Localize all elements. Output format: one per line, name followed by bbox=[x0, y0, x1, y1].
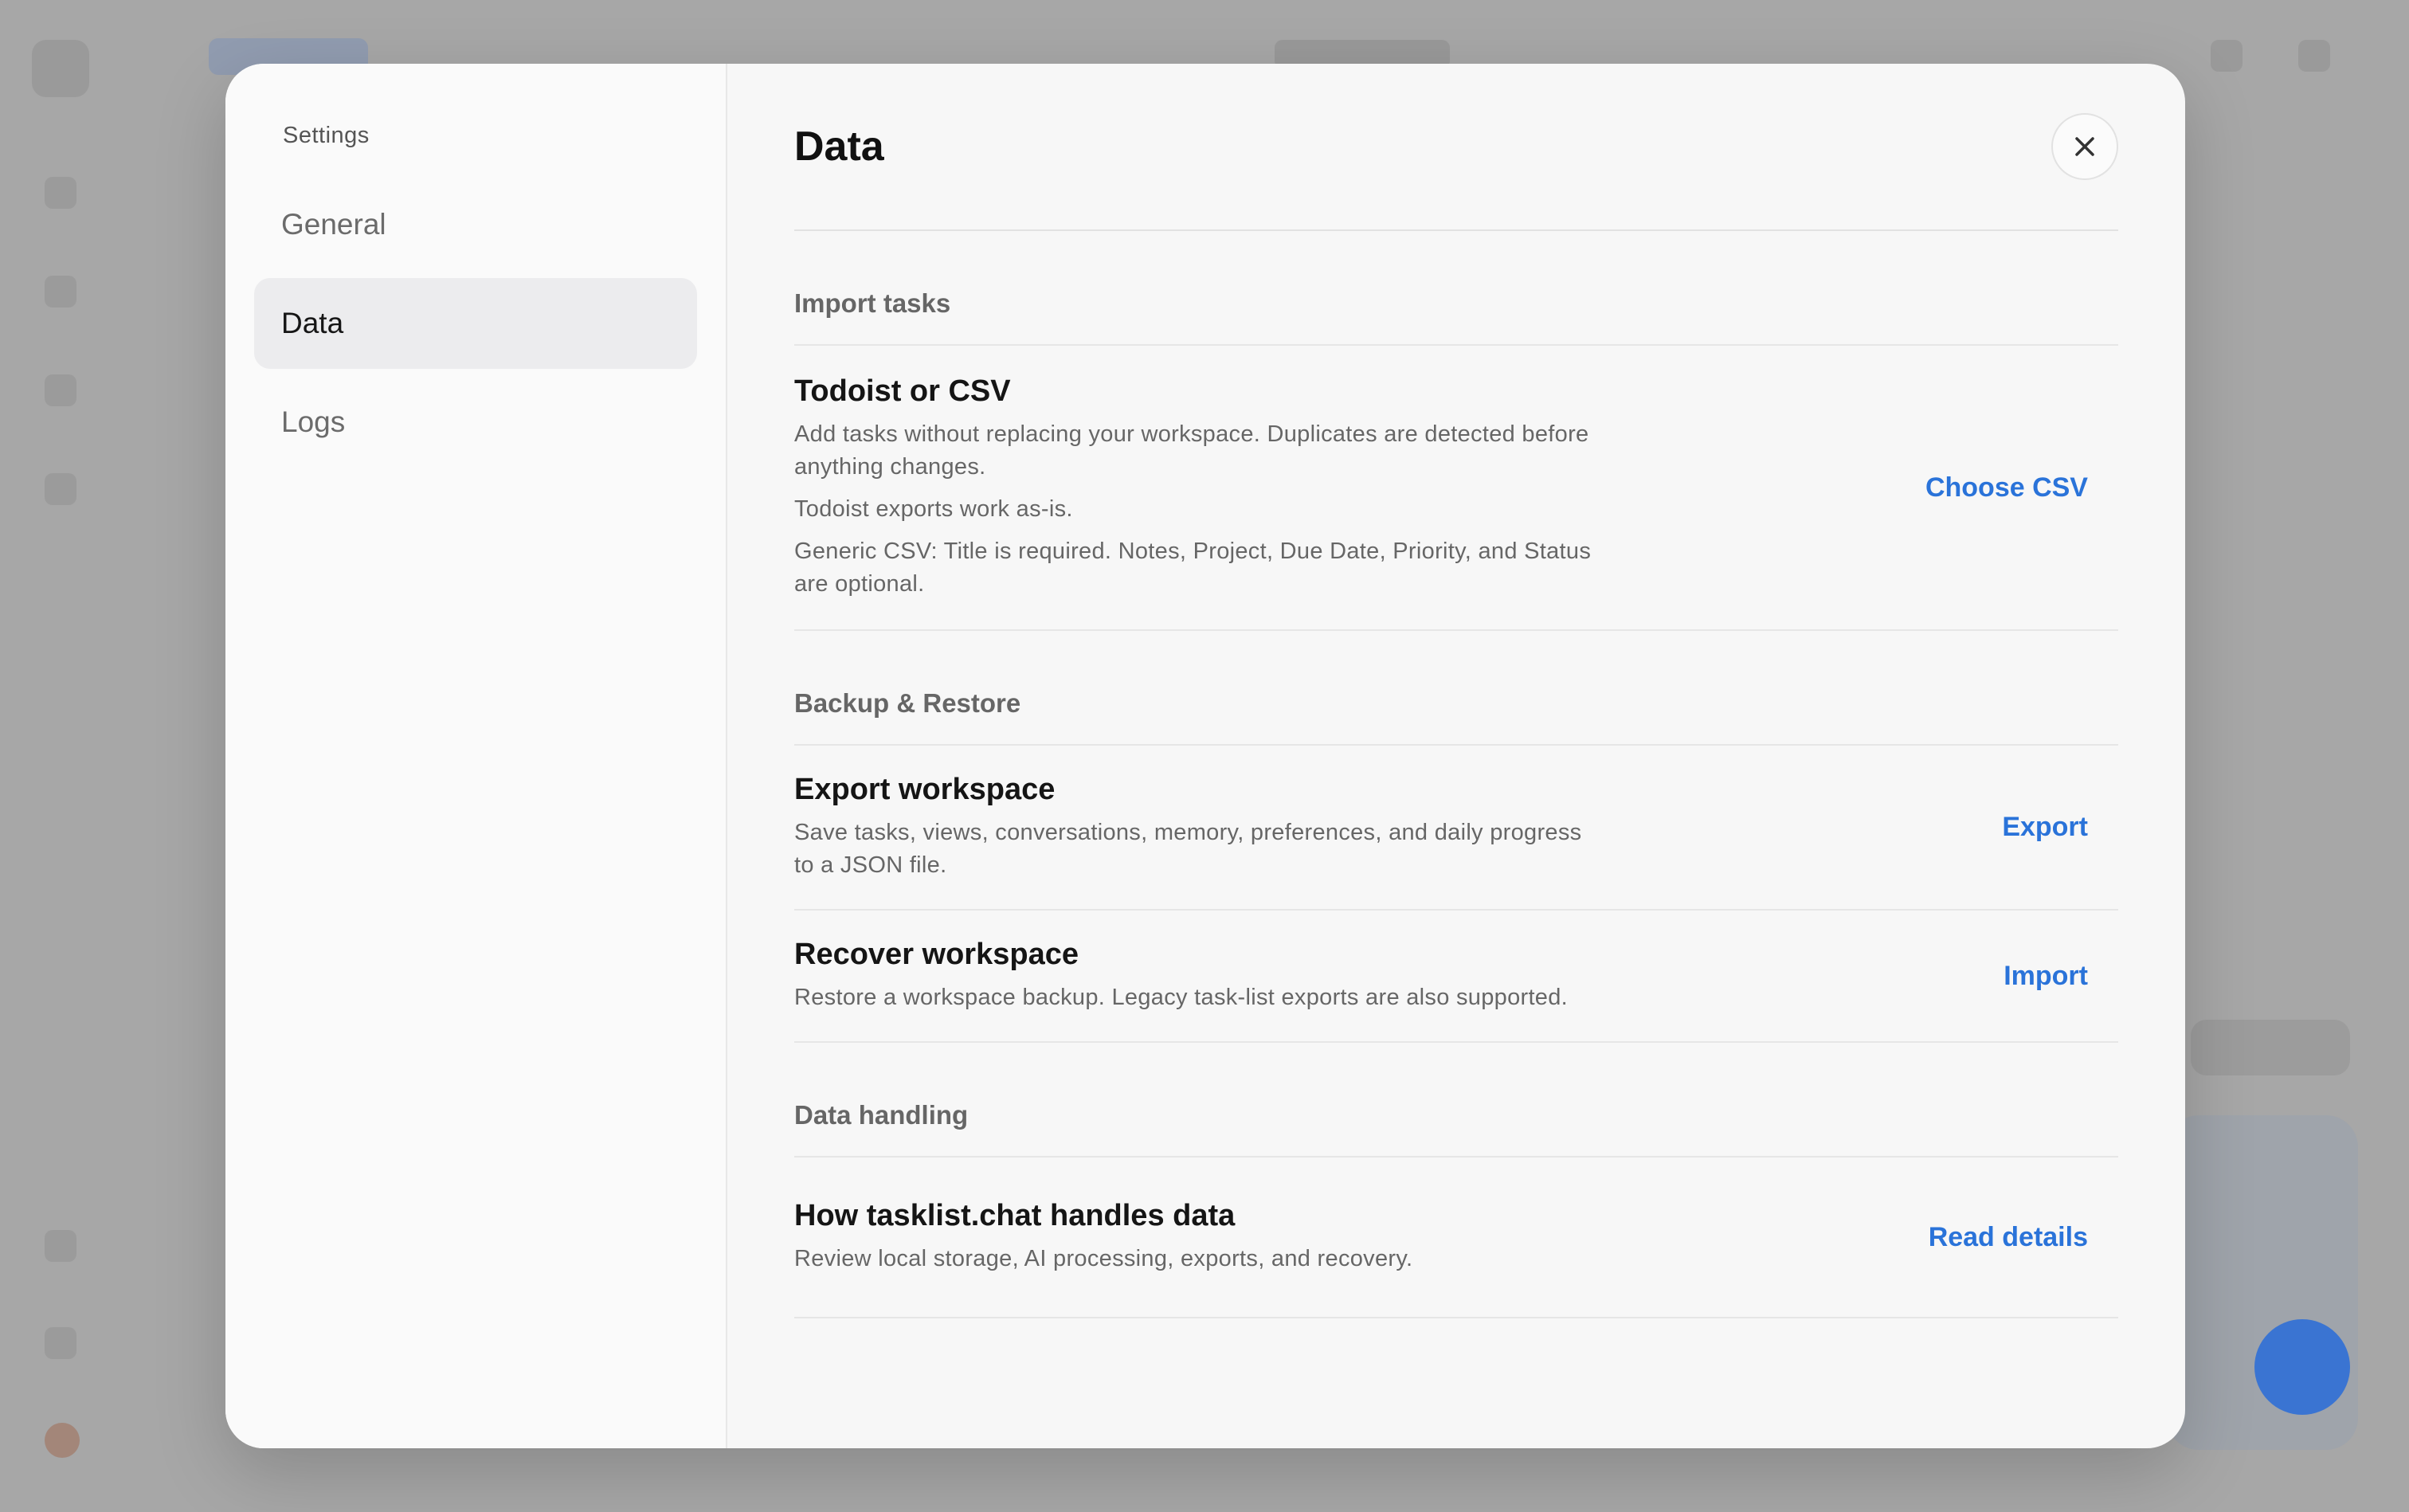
import-button[interactable]: Import bbox=[2004, 961, 2118, 992]
rail-icon bbox=[45, 1327, 76, 1359]
settings-row-recover-workspace: Recover workspace Restore a workspace ba… bbox=[794, 911, 2118, 1043]
sidebar-item-label: Data bbox=[281, 307, 344, 339]
sidebar-item-logs[interactable]: Logs bbox=[254, 377, 697, 468]
row-text: Export workspace Save tasks, views, conv… bbox=[794, 773, 1607, 882]
sidebar-item-data[interactable]: Data bbox=[254, 278, 697, 369]
row-title: Recover workspace bbox=[794, 938, 1079, 971]
row-description: Save tasks, views, conversations, memory… bbox=[794, 820, 1582, 878]
sidebar-item-label: Logs bbox=[281, 405, 346, 438]
export-button[interactable]: Export bbox=[2002, 812, 2118, 843]
avatar bbox=[45, 1423, 80, 1458]
background-pill bbox=[2191, 1020, 2350, 1075]
sidebar-heading: Settings bbox=[283, 123, 370, 148]
sidebar-item-general[interactable]: General bbox=[254, 179, 697, 270]
settings-modal: Settings General Data Logs Data Import t… bbox=[225, 64, 2185, 1448]
settings-row-todoist-csv: Todoist or CSV Add tasks without replaci… bbox=[794, 346, 2118, 631]
rail-icon bbox=[45, 276, 76, 307]
row-description: Todoist exports work as-is. bbox=[794, 496, 1073, 522]
page-title: Data bbox=[794, 123, 884, 170]
rail-icon bbox=[45, 177, 76, 209]
row-title: How tasklist.chat handles data bbox=[794, 1199, 1236, 1232]
read-details-link[interactable]: Read details bbox=[1929, 1222, 2118, 1253]
rail-icon bbox=[45, 1230, 76, 1262]
close-icon bbox=[2075, 137, 2094, 156]
row-text: Recover workspace Restore a workspace ba… bbox=[794, 938, 1607, 1014]
choose-csv-button[interactable]: Choose CSV bbox=[1925, 472, 2118, 503]
settings-content: Data Import tasks Todoist or CSV Add tas… bbox=[727, 64, 2185, 1448]
section-title-import-tasks: Import tasks bbox=[794, 231, 2118, 346]
row-description: Add tasks without replacing your workspa… bbox=[794, 421, 1589, 480]
background-top-icon bbox=[2298, 40, 2330, 72]
settings-row-data-handling: How tasklist.chat handles data Review lo… bbox=[794, 1158, 2118, 1318]
rail-icon bbox=[45, 473, 76, 505]
row-title: Export workspace bbox=[794, 773, 1056, 806]
row-text: Todoist or CSV Add tasks without replaci… bbox=[794, 374, 1607, 601]
background-top-icon bbox=[2211, 40, 2243, 72]
sidebar-item-label: General bbox=[281, 208, 386, 241]
background-fab bbox=[2254, 1319, 2350, 1415]
close-button[interactable] bbox=[2051, 113, 2118, 180]
rail-icon bbox=[45, 374, 76, 406]
row-description: Generic CSV: Title is required. Notes, P… bbox=[794, 539, 1592, 597]
section-title-backup-restore: Backup & Restore bbox=[794, 631, 2118, 746]
content-header: Data bbox=[794, 64, 2118, 231]
settings-row-export-workspace: Export workspace Save tasks, views, conv… bbox=[794, 746, 2118, 911]
settings-sidebar: Settings General Data Logs bbox=[225, 64, 727, 1448]
app-logo bbox=[32, 40, 89, 97]
section-title-data-handling: Data handling bbox=[794, 1043, 2118, 1158]
row-description: Review local storage, AI processing, exp… bbox=[794, 1246, 1413, 1271]
row-description: Restore a workspace backup. Legacy task-… bbox=[794, 985, 1569, 1010]
row-title: Todoist or CSV bbox=[794, 374, 1011, 408]
row-text: How tasklist.chat handles data Review lo… bbox=[794, 1199, 1607, 1275]
